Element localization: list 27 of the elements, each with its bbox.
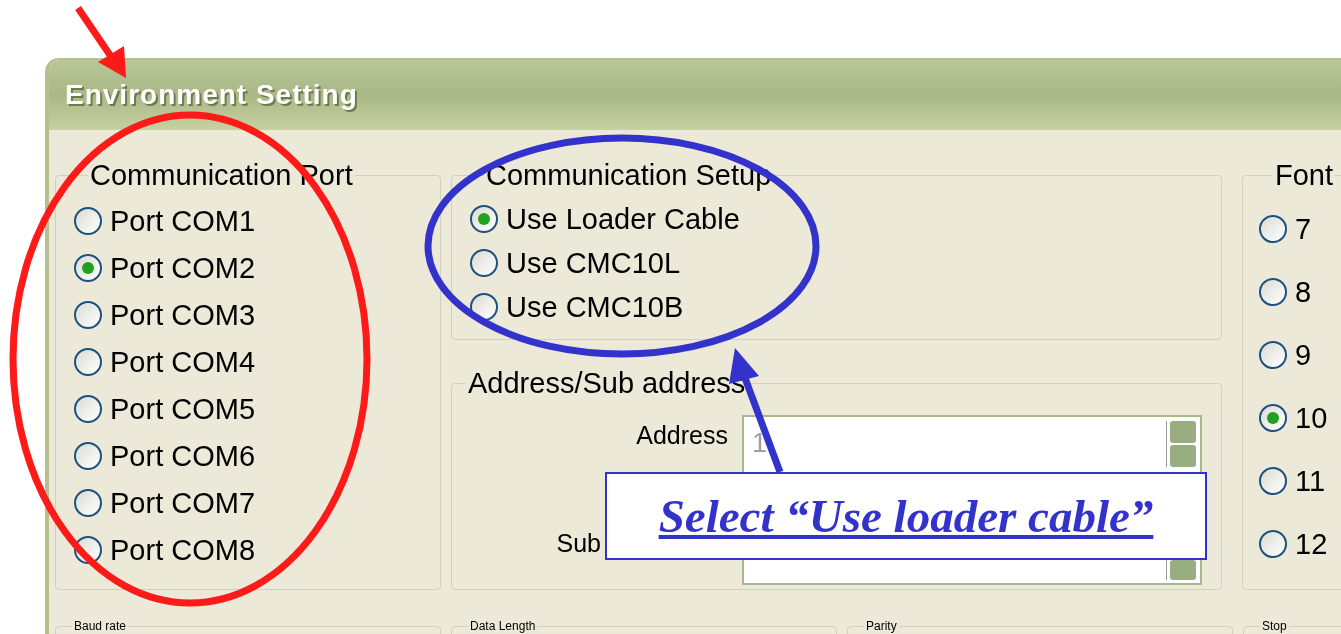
port-radio[interactable]: Port COM3 [74, 297, 256, 333]
port-radio[interactable]: Port COM5 [74, 391, 256, 427]
port-radio[interactable]: Port COM6 [74, 438, 256, 474]
group-label: Font [1274, 158, 1335, 193]
setup-radio[interactable]: Use Loader Cable [470, 201, 740, 237]
font-size-radio[interactable]: 9 [1259, 337, 1312, 373]
field-label: Address [636, 420, 728, 451]
port-radio[interactable]: Port COM2 [74, 250, 256, 286]
group-label: Stop [1261, 620, 1288, 633]
font-size-radio[interactable]: 11 [1259, 463, 1326, 499]
callout-tooltip: Select “Use loader cable” [605, 472, 1207, 560]
port-radio[interactable]: Port COM7 [74, 485, 256, 521]
group-label: Data Length [469, 620, 537, 633]
port-radio[interactable]: Port COM1 [74, 203, 256, 239]
port-radio[interactable]: Port COM4 [74, 344, 256, 380]
font-size-radio[interactable]: 7 [1259, 211, 1312, 247]
font-size-radio[interactable]: 8 [1259, 274, 1312, 310]
setup-radio[interactable]: Use CMC10B [470, 289, 684, 325]
field-label: Sub [556, 528, 601, 559]
window-title: Environment Setting [65, 78, 358, 112]
group-label: Address/Sub address [467, 366, 747, 401]
font-size-radio[interactable]: 10 [1259, 400, 1328, 436]
group-label: Baud rate [73, 620, 128, 633]
port-radio[interactable]: Port COM8 [74, 532, 256, 568]
setup-radio[interactable]: Use CMC10L [470, 245, 681, 281]
group-label: Parity [865, 620, 898, 633]
font-size-radio[interactable]: 12 [1259, 526, 1328, 562]
